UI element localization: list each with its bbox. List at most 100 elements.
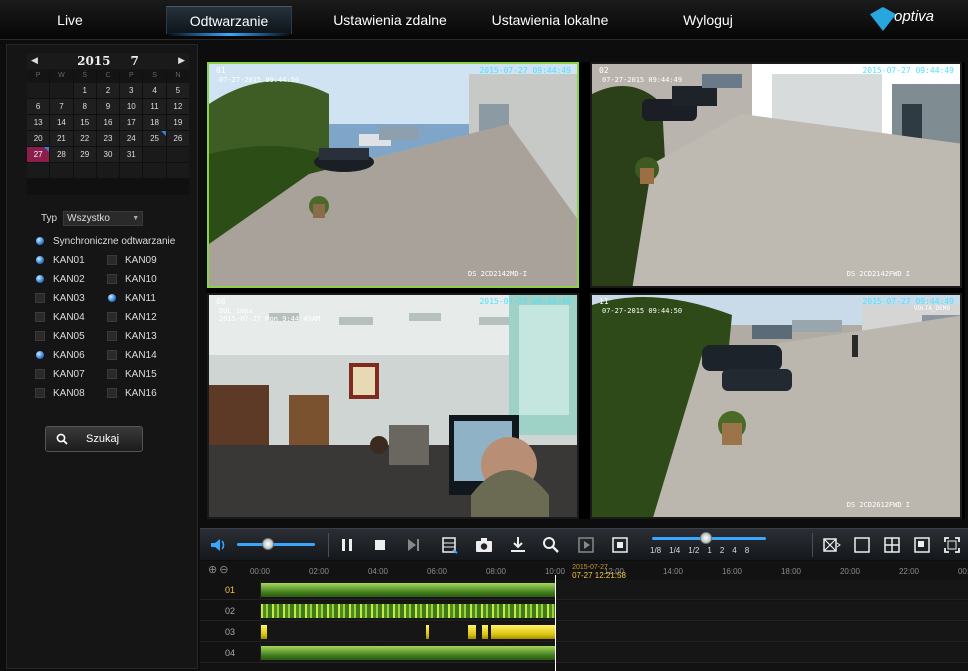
calendar-day[interactable]: 25 [143, 131, 166, 146]
track-label[interactable]: 03 [200, 622, 260, 642]
timeline-cursor-line[interactable] [555, 575, 556, 671]
calendar-day[interactable]: 1 [73, 83, 96, 98]
calendar-day[interactable]: 19 [166, 115, 189, 130]
channel-checkbox-kan07[interactable]: KAN07 [35, 367, 85, 381]
pause-button[interactable] [337, 535, 357, 555]
calendar-day[interactable]: 15 [73, 115, 96, 130]
video-tile-01[interactable]: 01 2015-07-27 09:44:49 07-27-2015 09:44:50… [207, 62, 579, 288]
calendar-day[interactable]: 10 [120, 99, 143, 114]
recording-segment[interactable] [467, 625, 477, 639]
clip-button[interactable] [440, 535, 460, 555]
frame-play-button[interactable] [576, 535, 596, 555]
calendar-day[interactable]: 21 [50, 131, 73, 146]
calendar-day[interactable]: 12 [166, 99, 189, 114]
volume-button[interactable] [208, 535, 228, 555]
recording-segment[interactable] [261, 625, 267, 639]
close-all-button[interactable] [822, 535, 842, 555]
recording-segment[interactable] [491, 625, 556, 639]
calendar-day[interactable]: 29 [73, 147, 96, 162]
track-label[interactable]: 04 [200, 643, 260, 663]
channel-checkbox-kan03[interactable]: KAN03 [35, 291, 85, 305]
tab-playback[interactable]: Odtwarzanie [166, 6, 292, 36]
calendar-day[interactable]: 30 [96, 147, 120, 162]
search-button[interactable]: Szukaj [45, 426, 143, 452]
calendar-day[interactable]: 23 [96, 131, 120, 146]
calendar-day[interactable]: 24 [120, 131, 143, 146]
snapshot-button[interactable] [474, 535, 494, 555]
channel-checkbox-kan15[interactable]: KAN15 [107, 367, 157, 381]
step-forward-button[interactable] [403, 535, 423, 555]
speed-label[interactable]: 8 [745, 546, 749, 555]
type-select[interactable]: Wszystko [63, 211, 144, 226]
speed-label[interactable]: 2 [720, 546, 724, 555]
calendar-day[interactable]: 26 [166, 131, 189, 146]
recording-segment[interactable] [482, 625, 489, 639]
recording-track[interactable] [260, 601, 968, 621]
calendar-day[interactable]: 14 [50, 115, 73, 130]
calendar-day[interactable]: 3 [120, 83, 143, 98]
tab-remote-settings[interactable]: Ustawienia zdalne [320, 6, 460, 34]
track-label[interactable]: 01 [200, 580, 260, 600]
tab-live[interactable]: Live [40, 6, 100, 34]
channel-checkbox-kan09[interactable]: KAN09 [107, 253, 157, 267]
calendar-day[interactable]: 8 [73, 99, 96, 114]
channel-checkbox-kan10[interactable]: KAN10 [107, 272, 157, 286]
recording-segment[interactable] [261, 604, 556, 618]
calendar-day[interactable]: 5 [166, 83, 189, 98]
channel-checkbox-kan08[interactable]: KAN08 [35, 386, 85, 400]
calendar-day[interactable]: 4 [143, 83, 166, 98]
recording-track[interactable] [260, 643, 968, 663]
calendar-day[interactable]: 31 [120, 147, 143, 162]
timeline[interactable]: ⊕⊖ 00:00 02:00 04:00 06:00 08:00 10:00 12:00 14… [200, 561, 968, 671]
video-tile-06[interactable]: 06 2015-07-27 09:44:49 DUL 1mpx 2015-07-27… [207, 293, 579, 519]
calendar-day[interactable]: 11 [143, 99, 166, 114]
speed-label[interactable]: 4 [732, 546, 736, 555]
channel-checkbox-kan16[interactable]: KAN16 [107, 386, 157, 400]
speed-label[interactable]: 1/4 [669, 546, 680, 555]
stop-button[interactable] [370, 535, 390, 555]
recording-segment[interactable] [261, 583, 556, 597]
calendar-day[interactable]: 9 [96, 99, 120, 114]
video-tile-02[interactable]: 02 2015-07-27 09:44:49 07-27-2015 09:44:49… [590, 62, 962, 288]
channel-checkbox-kan02[interactable]: KAN02 [35, 272, 85, 286]
calendar-day[interactable]: 20 [27, 131, 50, 146]
calendar-day[interactable]: 28 [50, 147, 73, 162]
track-label[interactable]: 02 [200, 601, 260, 621]
channel-checkbox-kan06[interactable]: KAN06 [35, 348, 85, 362]
calendar-day[interactable]: 18 [143, 115, 166, 130]
sync-playback-checkbox[interactable]: Synchroniczne odtwarzanie [35, 234, 175, 248]
download-button[interactable] [508, 535, 528, 555]
video-tile-11[interactable]: 11 2015-07-27 09:44:49 07-27-2015 09:44:50… [590, 293, 962, 519]
calendar-day[interactable]: 22 [73, 131, 96, 146]
calendar-day[interactable]: 17 [120, 115, 143, 130]
calendar-day[interactable]: 2 [96, 83, 120, 98]
record-button[interactable] [610, 535, 630, 555]
layout-quad-button[interactable] [882, 535, 902, 555]
volume-slider-handle[interactable] [262, 538, 275, 550]
digital-zoom-button[interactable] [541, 535, 561, 555]
channel-checkbox-kan13[interactable]: KAN13 [107, 329, 157, 343]
recording-segment[interactable] [426, 625, 430, 639]
fullscreen-button[interactable] [942, 535, 962, 555]
calendar-day[interactable]: 7 [50, 99, 73, 114]
layout-window-button[interactable] [912, 535, 932, 555]
volume-slider[interactable] [237, 543, 315, 546]
channel-checkbox-kan12[interactable]: KAN12 [107, 310, 157, 324]
channel-checkbox-kan01[interactable]: KAN01 [35, 253, 85, 267]
calendar-day[interactable]: 6 [27, 99, 50, 114]
zoom-out-icon[interactable]: ⊖ [219, 564, 230, 576]
channel-checkbox-kan05[interactable]: KAN05 [35, 329, 85, 343]
calendar-day[interactable]: 13 [27, 115, 50, 130]
calendar-day[interactable]: 27 [27, 147, 50, 162]
recording-track[interactable] [260, 622, 968, 642]
tab-logout[interactable]: Wyloguj [668, 6, 748, 34]
zoom-in-icon[interactable]: ⊕ [208, 564, 219, 576]
channel-checkbox-kan11[interactable]: KAN11 [107, 291, 156, 305]
speed-label[interactable]: 1/8 [650, 546, 661, 555]
calendar-day[interactable]: 16 [96, 115, 120, 130]
channel-checkbox-kan14[interactable]: KAN14 [107, 348, 157, 362]
recording-segment[interactable] [261, 646, 556, 660]
speed-label[interactable]: 1 [707, 546, 711, 555]
channel-checkbox-kan04[interactable]: KAN04 [35, 310, 85, 324]
speed-slider-handle[interactable] [700, 532, 712, 544]
